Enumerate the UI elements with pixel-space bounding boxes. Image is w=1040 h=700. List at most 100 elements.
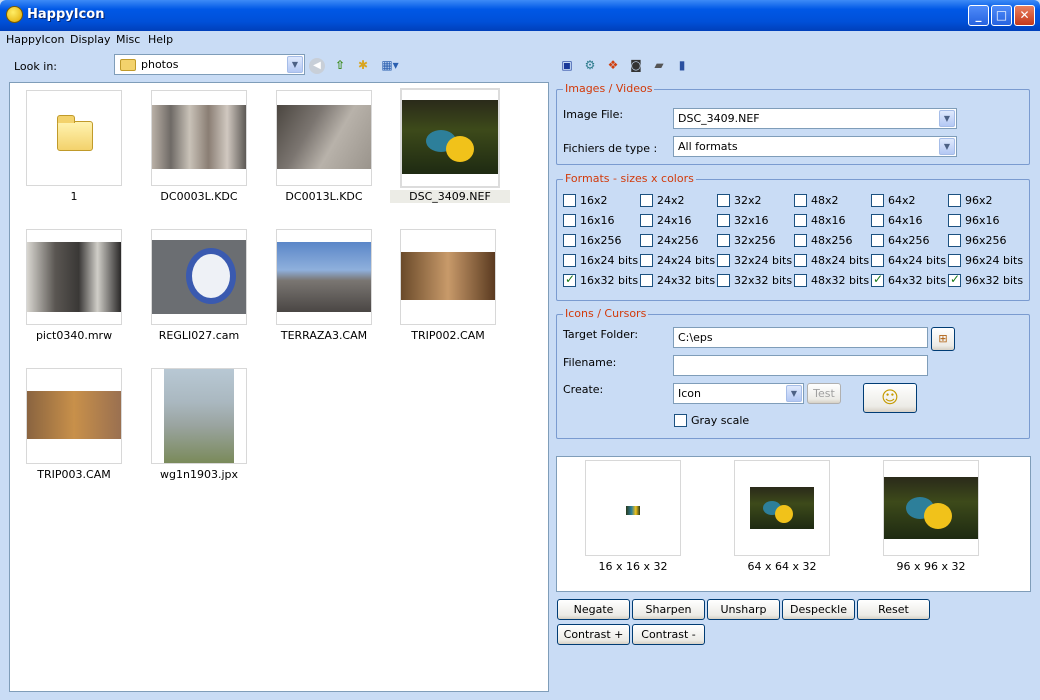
format-checkbox[interactable] xyxy=(717,274,730,287)
format-checkbox[interactable] xyxy=(794,194,807,207)
camera-icon[interactable]: ◙ xyxy=(628,57,644,73)
file-thumbnail[interactable] xyxy=(276,90,372,186)
format-checkbox[interactable] xyxy=(640,274,653,287)
format-label: 32x16 xyxy=(734,214,769,227)
format-checkbox[interactable] xyxy=(948,254,961,267)
format-checkbox[interactable] xyxy=(794,254,807,267)
format-checkbox[interactable] xyxy=(717,234,730,247)
format-checkbox[interactable] xyxy=(948,272,961,287)
file-thumbnail-selected[interactable] xyxy=(400,88,500,188)
format-checkbox[interactable] xyxy=(794,234,807,247)
format-checkbox[interactable] xyxy=(563,234,576,247)
format-label: 16x2 xyxy=(580,194,608,207)
file-name[interactable]: 1 xyxy=(14,190,134,203)
file-thumbnail[interactable] xyxy=(151,229,247,325)
format-label: 24x256 xyxy=(657,234,699,247)
close-button[interactable]: ✕ xyxy=(1014,5,1035,26)
format-checkbox[interactable] xyxy=(563,194,576,207)
file-thumbnail[interactable] xyxy=(151,90,247,186)
format-checkbox[interactable] xyxy=(871,272,884,287)
format-checkbox[interactable] xyxy=(948,194,961,207)
format-checkbox[interactable] xyxy=(563,254,576,267)
sharpen-button[interactable]: Sharpen xyxy=(632,599,705,620)
file-thumbnail[interactable] xyxy=(276,229,372,325)
format-checkbox[interactable] xyxy=(563,272,576,287)
chevron-down-icon[interactable]: ▼ xyxy=(287,56,303,73)
format-checkbox[interactable] xyxy=(640,194,653,207)
test-button[interactable]: Test xyxy=(807,383,841,404)
menu-happyicon[interactable]: HappyIcon xyxy=(6,33,64,46)
settings-icon[interactable]: ⚙ xyxy=(582,57,598,73)
file-browser[interactable]: 1 DC0003L.KDC DC0013L.KDC DSC_3409.NEF p… xyxy=(9,82,549,692)
format-checkbox[interactable] xyxy=(871,234,884,247)
file-thumbnail[interactable] xyxy=(26,368,122,464)
file-thumbnail[interactable] xyxy=(400,229,496,325)
menu-display[interactable]: Display xyxy=(70,33,111,46)
menu-misc[interactable]: Misc xyxy=(116,33,140,46)
filename-input[interactable] xyxy=(673,355,928,376)
menu-help[interactable]: Help xyxy=(148,33,173,46)
reset-button[interactable]: Reset xyxy=(857,599,930,620)
format-label: 48x24 bits xyxy=(811,254,870,267)
format-label: 96x24 bits xyxy=(965,254,1024,267)
file-thumbnail[interactable] xyxy=(26,90,122,186)
chevron-down-icon[interactable]: ▼ xyxy=(786,385,802,402)
format-checkbox[interactable] xyxy=(794,274,807,287)
preview-image-16 xyxy=(626,506,640,515)
format-checkbox[interactable] xyxy=(871,254,884,267)
back-icon[interactable]: ◀ xyxy=(309,58,325,74)
gray-scale-checkbox[interactable] xyxy=(674,414,687,427)
format-label: 16x24 bits xyxy=(580,254,639,267)
format-checkbox[interactable] xyxy=(871,194,884,207)
file-name[interactable]: TERRAZA3.CAM xyxy=(264,329,384,342)
format-checkbox[interactable] xyxy=(640,234,653,247)
image-file-combo[interactable]: DSC_3409.NEF ▼ xyxy=(673,108,957,129)
file-name[interactable]: pict0340.mrw xyxy=(14,329,134,342)
format-checkbox[interactable] xyxy=(871,214,884,227)
file-name[interactable]: DC0003L.KDC xyxy=(139,190,259,203)
create-icon-button[interactable]: ☺ xyxy=(863,383,917,413)
chevron-down-icon[interactable]: ▼ xyxy=(939,110,955,127)
format-label: 48x256 xyxy=(811,234,853,247)
file-name[interactable]: DC0013L.KDC xyxy=(264,190,384,203)
exit-door-icon[interactable]: ▮ xyxy=(674,57,690,73)
up-folder-icon[interactable]: ⇧ xyxy=(332,57,348,73)
file-thumbnail[interactable] xyxy=(26,229,122,325)
contrast-plus-button[interactable]: Contrast + xyxy=(557,624,630,645)
file-name-selected[interactable]: DSC_3409.NEF xyxy=(390,190,510,203)
gray-scale-label: Gray scale xyxy=(691,414,750,427)
format-checkbox[interactable] xyxy=(717,194,730,207)
negate-button[interactable]: Negate xyxy=(557,599,630,620)
format-checkbox[interactable] xyxy=(640,214,653,227)
file-name[interactable]: TRIP002.CAM xyxy=(388,329,508,342)
format-checkbox[interactable] xyxy=(794,214,807,227)
file-name[interactable]: TRIP003.CAM xyxy=(14,468,134,481)
format-checkbox[interactable] xyxy=(948,234,961,247)
file-name[interactable]: wg1n1903.jpx xyxy=(139,468,259,481)
browse-folder-button[interactable]: ⊞ xyxy=(931,327,955,351)
minimize-button[interactable]: _ xyxy=(968,5,989,26)
contrast-minus-button[interactable]: Contrast - xyxy=(632,624,705,645)
look-in-combo[interactable]: photos ▼ xyxy=(114,54,305,75)
photo-image xyxy=(401,252,495,300)
format-checkbox[interactable] xyxy=(640,254,653,267)
format-checkbox[interactable] xyxy=(563,214,576,227)
new-folder-icon[interactable]: ✱ xyxy=(355,57,371,73)
maximize-button[interactable]: □ xyxy=(991,5,1012,26)
save-icon[interactable]: ▣ xyxy=(559,57,575,73)
windows-icon[interactable]: ❖ xyxy=(605,57,621,73)
file-type-combo[interactable]: All formats ▼ xyxy=(673,136,957,157)
file-thumbnail[interactable] xyxy=(151,368,247,464)
format-checkbox[interactable] xyxy=(717,214,730,227)
format-checkbox[interactable] xyxy=(717,254,730,267)
unsharp-button[interactable]: Unsharp xyxy=(707,599,780,620)
scanner-icon[interactable]: ▰ xyxy=(651,57,667,73)
file-name[interactable]: REGLI027.cam xyxy=(139,329,259,342)
create-combo[interactable]: Icon ▼ xyxy=(673,383,804,404)
format-checkbox[interactable] xyxy=(948,214,961,227)
folder-icon xyxy=(120,59,136,71)
despeckle-button[interactable]: Despeckle xyxy=(782,599,855,620)
target-folder-input[interactable]: C:\eps xyxy=(673,327,928,348)
view-menu-icon[interactable]: ▦▾ xyxy=(378,57,402,73)
chevron-down-icon[interactable]: ▼ xyxy=(939,138,955,155)
